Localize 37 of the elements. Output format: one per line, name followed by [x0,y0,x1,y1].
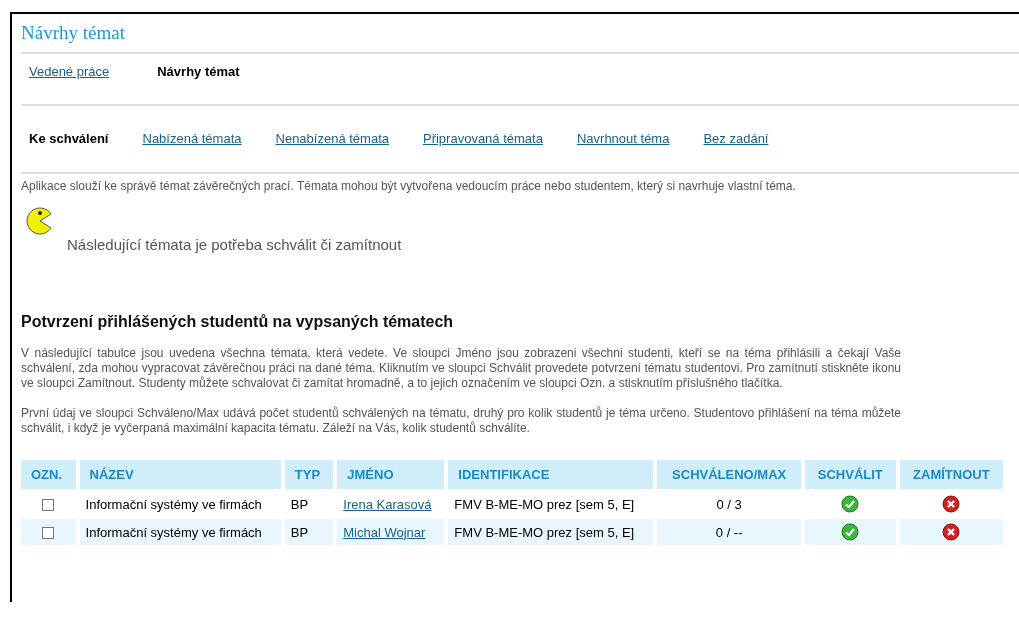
column-header: JMÉNO [337,460,445,489]
paragraph: V následující tabulce jsou uvedena všechna témata, která vedete. Ve sloupci Jméno jsou zobrazeni všechni studenti, kteří se na téma přihlásili a čekají Vaše schválení, zda mohou vypracovat závěrečnou práci na dané téma. Kliknutím ve sloupci Schválit provedete potvrzení tématu studentovi. Pro zamítnutí stiskněte ikonu ve sloupci Zamítnout. Studenty můžete schvalovat či zamítat hromadně, a to jejich označením ve sloupci Ozn. a stisknutím příslušného tlačítka. [21,346,901,391]
tab[interactable]: Připravovaná témata [423,131,543,147]
paragraph: První údaj ve sloupci Schváleno/Max udává počet studentů schválených na tématu, druhý pro kolik studentů je téma určeno. Studentovo přihlášení na téma můžete schválit, i když je vyčerpaná maximální kapacita tématu. Záleží na Vás, kolik studentů schválíte. [21,406,901,436]
table-cell-text: 0 / 3 [715,495,743,514]
column-header: TYP [284,460,334,489]
column-header: SCHVÁLENO/MAX [657,460,801,489]
table-cell-text: BP [289,495,310,514]
approve-icon[interactable] [841,495,860,513]
tab[interactable]: Navrhnout téma [576,131,670,147]
column-header: OZN. [21,460,76,489]
table-cell: Informační systémy ve firmách [79,519,281,545]
reject-icon[interactable] [942,495,961,513]
column-header: NÁZEV [79,460,281,489]
tab[interactable]: Nenabízená témata [275,131,389,147]
table-cell: BP [284,519,334,545]
tab[interactable]: Ke schválení [29,131,109,147]
table-cell-text: FMV B-ME-MO prez [sem 5, E] [453,495,636,514]
section-heading: Potvrzení přihlášených studentů na vypsaných tématech [21,313,455,331]
approve-icon[interactable] [841,523,860,541]
student-link[interactable]: Irena Karasová [343,496,432,512]
table-cell: 0 / -- [657,519,801,545]
intro-text: Aplikace slouží ke správě témat závěrečných prací. Témata mohou být vytvořena vedoucím práce nebo studentem, který si navrhuje vlastní téma. [21,179,797,194]
tab[interactable]: Bez zadání [703,131,769,147]
table-cell-text: Informační systémy ve firmách [84,495,263,514]
page-title: Návrhy témat [21,22,1019,54]
table-cell: FMV B-ME-MO prez [sem 5, E] [448,519,654,545]
column-header: ZAMÍTNOUT [899,460,1003,489]
tab[interactable]: Nabízená témata [142,131,242,147]
column-header: IDENTIFIKACE [448,460,654,489]
checkbox[interactable] [42,499,55,512]
nav-link[interactable]: Vedené práce [29,64,110,80]
nav-link[interactable]: Návrhy témat [157,64,240,80]
reject-icon[interactable] [942,523,961,541]
notice-text: Následující témata je potřeba schválit či zamítnout [67,236,403,253]
column-header: SCHVÁLIT [804,460,896,489]
checkbox[interactable] [42,527,55,540]
